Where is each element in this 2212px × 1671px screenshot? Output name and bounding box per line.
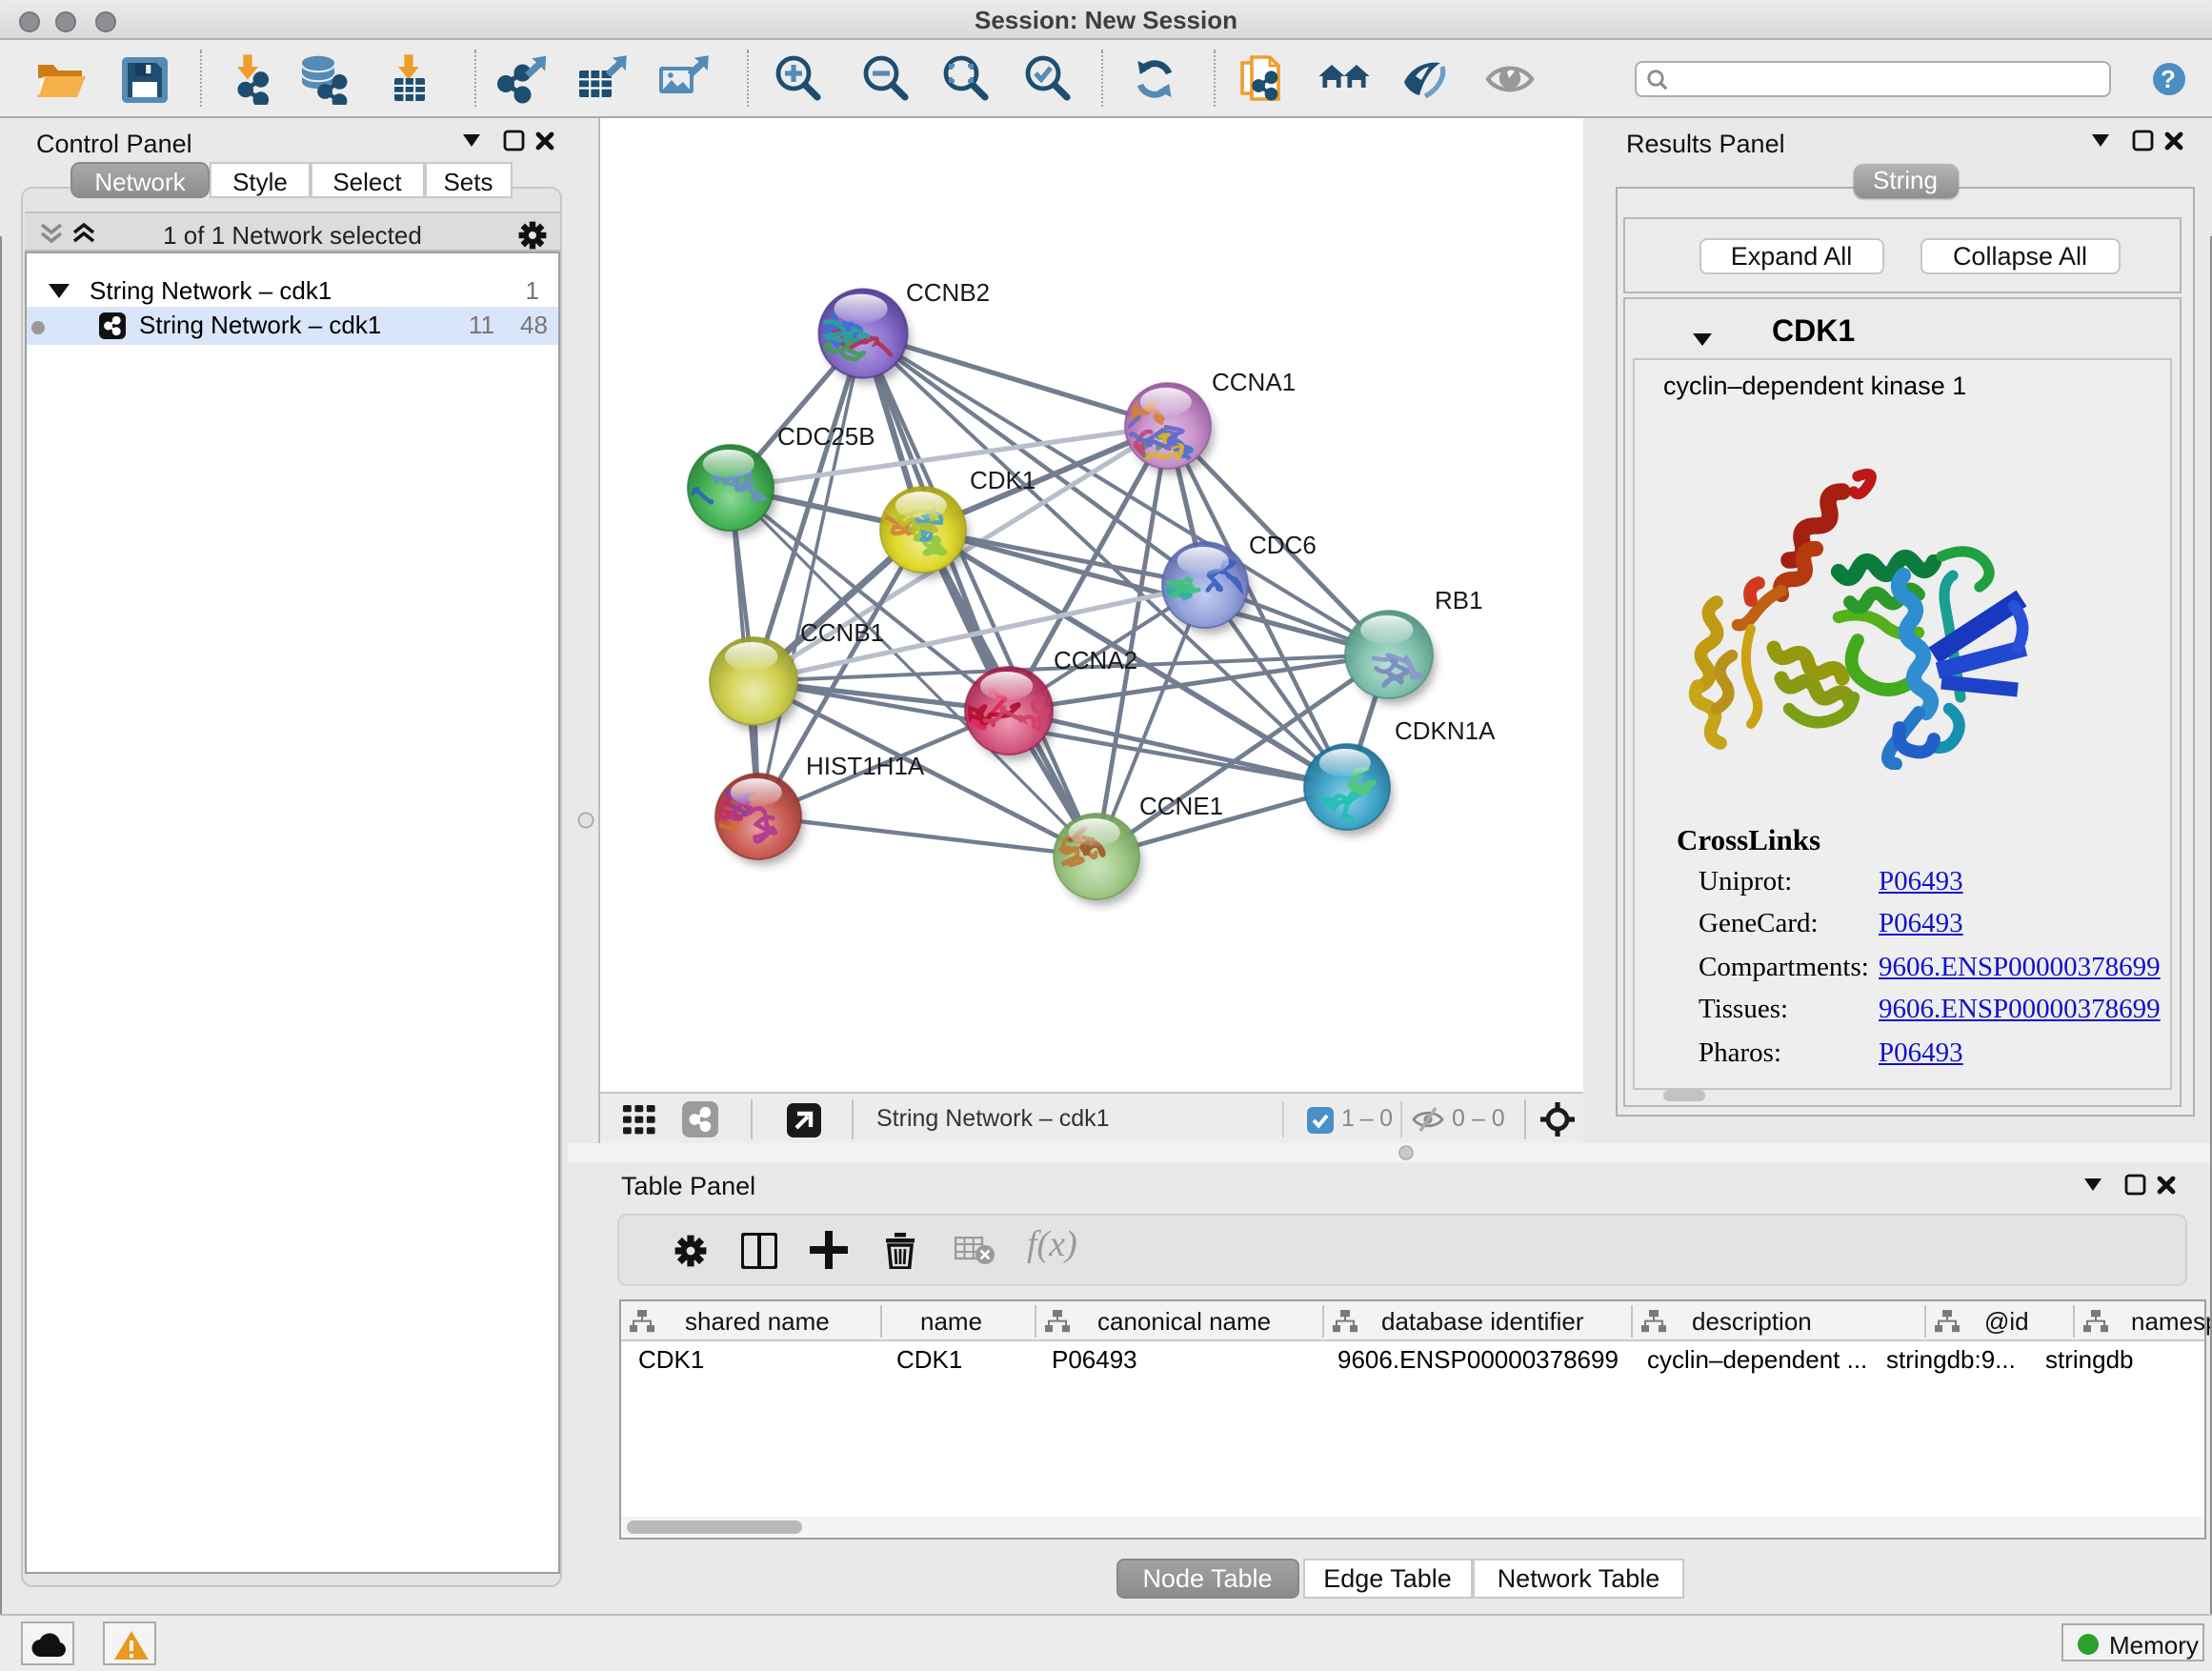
svg-text:HIST1H1A: HIST1H1A <box>806 752 925 780</box>
svg-text:CCNA2: CCNA2 <box>1054 646 1137 674</box>
svg-text:CCNB2: CCNB2 <box>906 278 990 307</box>
svg-text:CCNB1: CCNB1 <box>800 618 884 647</box>
svg-text:CDC6: CDC6 <box>1249 531 1317 559</box>
svg-text:CDK1: CDK1 <box>970 466 1036 494</box>
svg-text:RB1: RB1 <box>1435 586 1483 614</box>
svg-text:CDKN1A: CDKN1A <box>1395 716 1496 745</box>
svg-text:CCNA1: CCNA1 <box>1212 368 1296 396</box>
svg-text:CCNE1: CCNE1 <box>1139 792 1223 820</box>
svg-text:CDC25B: CDC25B <box>777 422 875 451</box>
